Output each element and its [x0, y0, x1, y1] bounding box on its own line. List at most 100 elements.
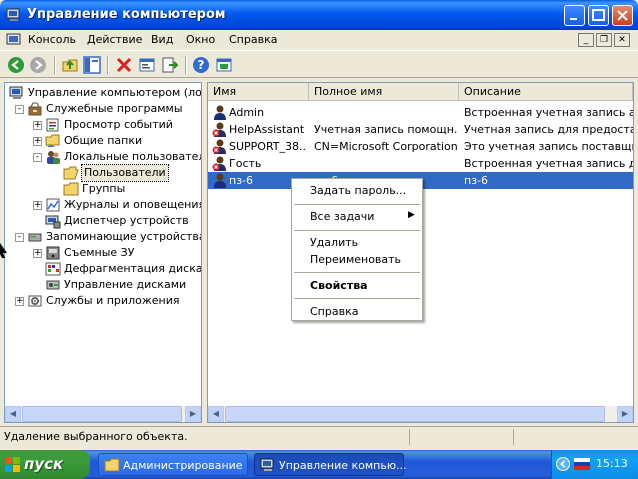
language-flag-icon[interactable]	[574, 458, 590, 470]
user-icon	[212, 172, 228, 188]
menu-view[interactable]: Вид	[151, 33, 173, 46]
back-icon[interactable]	[7, 56, 25, 74]
scroll-thumb[interactable]	[225, 406, 605, 422]
forward-icon[interactable]	[29, 56, 47, 74]
cell-description: Встроенная учетная запись для .	[464, 157, 633, 170]
status-divider	[409, 429, 410, 445]
user-icon	[212, 121, 228, 137]
tree-item[interactable]: + Службы и приложения	[5, 293, 201, 309]
column-header-name[interactable]: Имя	[208, 83, 309, 101]
cell-full-name: CN=Microsoft Corporation...	[314, 140, 457, 153]
tree-item[interactable]: Диспетчер устройств	[5, 213, 201, 229]
column-header-full-name[interactable]: Полное имя	[309, 83, 459, 101]
menu-action[interactable]: Действие	[87, 33, 142, 46]
expand-icon[interactable]: +	[33, 201, 42, 210]
tree-item[interactable]: Группы	[5, 181, 201, 197]
title-bar[interactable]: Управление компьютером	[0, 0, 638, 30]
computer-management-icon	[260, 458, 274, 471]
scroll-left-button[interactable]: ◀	[208, 406, 224, 422]
child-close-button[interactable]: ✕	[614, 33, 630, 47]
tree-item-label: Управление компьютером (локаль	[28, 86, 202, 99]
show-hidden-icons-icon[interactable]	[556, 457, 570, 471]
tree-item[interactable]: + Съемные ЗУ	[5, 245, 201, 261]
menu-item-all-tasks[interactable]: Все задачи	[310, 210, 374, 223]
tree-item[interactable]: - Локальные пользователи	[5, 149, 201, 165]
tree-item[interactable]: + Просмотр событий	[5, 117, 201, 133]
menu-item-help[interactable]: Справка	[310, 305, 358, 318]
properties-icon[interactable]	[138, 56, 156, 74]
tree-horizontal-scrollbar[interactable]: ◀ ▶	[5, 406, 201, 422]
expand-icon[interactable]: +	[33, 121, 42, 130]
toolbar: ?	[0, 50, 638, 78]
user-icon	[212, 104, 228, 120]
taskbar: пуск Администрирование Управление компью…	[0, 450, 638, 479]
menu-separator	[294, 204, 420, 205]
maximize-button[interactable]	[588, 5, 609, 26]
maximize-icon	[592, 9, 605, 21]
collapse-icon[interactable]: -	[33, 153, 42, 162]
delete-icon[interactable]	[115, 56, 133, 74]
storage-icon	[27, 229, 43, 245]
menu-console[interactable]: Консоль	[28, 33, 76, 46]
tree-item-label: Локальные пользователи	[64, 150, 202, 163]
collapse-icon[interactable]: -	[15, 105, 24, 114]
show-hide-tree-icon[interactable]	[83, 56, 101, 74]
task-administration[interactable]: Администрирование	[98, 453, 248, 476]
child-restore-button[interactable]: ❐	[596, 33, 612, 47]
table-row[interactable]: SUPPORT_38... CN=Microsoft Corporation...…	[208, 138, 633, 155]
user-icon	[212, 138, 228, 154]
tree-item[interactable]: + Журналы и оповещения пр	[5, 197, 201, 213]
mmc-window-icon[interactable]	[215, 56, 233, 74]
clock[interactable]: 15:13	[596, 457, 628, 470]
expand-icon[interactable]: +	[15, 297, 24, 306]
menu-window[interactable]: Окно	[186, 33, 215, 46]
expand-icon[interactable]: +	[33, 137, 42, 146]
folder-open-icon	[63, 165, 79, 181]
event-viewer-icon	[45, 117, 61, 133]
tree-item-label: Пользователи	[81, 164, 169, 182]
scroll-thumb[interactable]	[22, 406, 182, 422]
removable-storage-icon	[45, 245, 61, 261]
tree-item[interactable]: Управление компьютером (локаль	[5, 85, 201, 101]
tree-item[interactable]: - Служебные программы	[5, 101, 201, 117]
system-tray: 15:13	[551, 450, 638, 479]
help-icon[interactable]: ?	[192, 56, 210, 74]
console-tree[interactable]: Управление компьютером (локаль -Служебные…	[4, 82, 202, 423]
menu-item-delete[interactable]: Удалить	[310, 236, 358, 249]
up-folder-icon[interactable]	[61, 56, 79, 74]
collapse-icon[interactable]: -	[15, 233, 24, 242]
column-header-description[interactable]: Описание	[459, 83, 633, 101]
tree-item[interactable]: Дефрагментация диска	[5, 261, 201, 277]
disk-management-icon	[45, 277, 61, 293]
menu-help[interactable]: Справка	[229, 33, 277, 46]
table-row[interactable]: Гость Встроенная учетная запись для .	[208, 155, 633, 172]
expand-icon[interactable]: +	[33, 249, 42, 258]
cell-description: Это учетная запись поставщика	[464, 140, 633, 153]
tree-item[interactable]: + Общие папки	[5, 133, 201, 149]
table-row[interactable]: Admin Встроенная учетная запись адм	[208, 104, 633, 121]
menu-item-properties[interactable]: Свойства	[310, 279, 368, 292]
menu-item-rename[interactable]: Переименовать	[310, 253, 401, 266]
toolbar-separator	[54, 56, 56, 74]
scroll-right-button[interactable]: ▶	[617, 406, 633, 422]
child-minimize-button[interactable]: _	[578, 33, 594, 47]
cell-name: HelpAssistant	[229, 123, 305, 136]
export-list-icon[interactable]	[161, 56, 179, 74]
tree-item[interactable]: Управление дисками	[5, 277, 201, 293]
tree-item[interactable]: Пользователи	[5, 164, 201, 182]
task-computer-management[interactable]: Управление компью...	[254, 453, 407, 476]
tree-item[interactable]: - Запоминающие устройства	[5, 229, 201, 245]
minimize-button[interactable]	[564, 5, 585, 26]
start-button[interactable]: пуск	[0, 450, 90, 479]
scroll-left-button[interactable]: ◀	[5, 406, 21, 422]
services-icon	[27, 293, 43, 309]
submenu-arrow-icon: ▶	[408, 210, 415, 220]
scroll-right-button[interactable]: ▶	[185, 406, 201, 422]
folder-icon	[104, 458, 120, 472]
list-horizontal-scrollbar[interactable]: ◀ ▶	[208, 406, 633, 422]
close-button[interactable]	[612, 5, 633, 26]
tree-item-label: Диспетчер устройств	[64, 214, 189, 227]
table-row[interactable]: HelpAssistant Учетная запись помощн... Уче…	[208, 121, 633, 138]
menu-item-set-password[interactable]: Задать пароль...	[310, 184, 406, 197]
mouse-cursor-icon	[0, 243, 7, 258]
